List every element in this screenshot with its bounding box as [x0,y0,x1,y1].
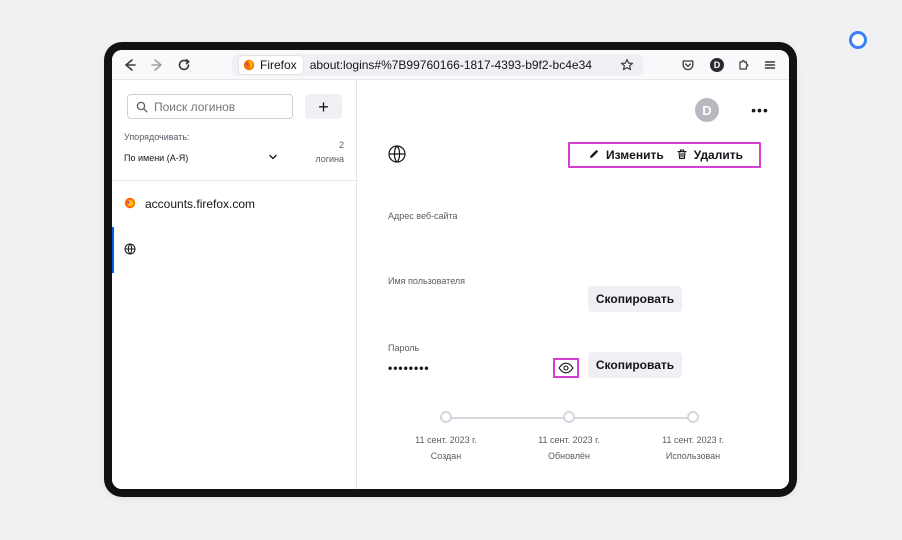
timeline-used-label: Использован [665,451,721,461]
delete-label: Удалить [693,148,743,162]
login-count-number: 2 [338,140,344,150]
reload-icon[interactable] [175,56,193,74]
copy-password-button[interactable]: Скопировать [588,352,682,378]
url-text[interactable]: about:logins#%7B99760166-1817-4393-b9f2-… [310,58,592,72]
login-detail: D ••• Изменить Удалить Адрес веб-сайта И… [357,80,789,489]
url-bar[interactable]: Firefox about:logins#%7B99760166-1817-43… [232,54,643,76]
reveal-password-button[interactable] [553,358,579,378]
login-timeline: 11 сент. 2023 г. Создан 11 сент. 2023 г.… [412,406,724,476]
firefox-icon [124,197,136,212]
add-login-button[interactable]: + [305,94,342,119]
sort-label: Упорядочивать: [124,132,190,142]
timeline-dot-used [687,411,699,423]
login-list-item-selected[interactable] [112,227,357,273]
back-arrow-icon[interactable] [121,56,139,74]
chevron-down-icon [268,152,278,164]
status-dot [849,31,867,49]
globe-icon [387,144,407,164]
search-icon [136,101,148,112]
timeline-created-label: Создан [430,451,462,461]
login-count: 2 логина [315,138,344,166]
search-box[interactable] [127,94,293,119]
pocket-icon[interactable] [679,56,697,74]
browser-screen: Firefox about:logins#%7B99760166-1817-43… [112,50,789,489]
more-menu-button[interactable]: ••• [749,100,771,120]
login-count-label: логина [315,154,344,164]
pencil-icon [588,148,600,163]
login-list-item[interactable]: accounts.firefox.com [112,181,357,227]
hamburger-menu-icon[interactable] [761,56,779,74]
sort-select[interactable]: По имени (А-Я) [124,150,278,166]
eye-icon [558,362,574,374]
account-avatar-small[interactable]: D [710,58,724,72]
timeline-updated: 11 сент. 2023 г. Обновлён [509,432,629,464]
add-login-label: + [318,96,329,117]
search-input[interactable] [154,99,284,114]
copy-username-button[interactable]: Скопировать [588,286,682,312]
edit-delete-actions: Изменить Удалить [568,142,761,168]
star-icon[interactable] [619,57,635,73]
timeline-updated-date: 11 сент. 2023 г. [538,435,600,445]
delete-button[interactable]: Удалить [676,148,743,163]
timeline-dot-updated [563,411,575,423]
account-avatar[interactable]: D [695,98,719,122]
edit-button[interactable]: Изменить [588,148,664,163]
timeline-created: 11 сент. 2023 г. Создан [386,432,506,464]
logins-sidebar: + Упорядочивать: По имени (А-Я) 2 логина [112,80,357,489]
identity-chip[interactable]: Firefox [238,55,304,75]
timeline-used-date: 11 сент. 2023 г. [662,435,724,445]
timeline-created-date: 11 сент. 2023 г. [415,435,477,445]
firefox-icon [243,59,255,71]
username-label: Имя пользователя [388,276,466,286]
timeline-updated-label: Обновлён [548,451,590,461]
sort-value: По имени (А-Я) [124,153,189,163]
browser-toolbar: Firefox about:logins#%7B99760166-1817-43… [112,50,789,80]
edit-label: Изменить [606,148,664,162]
forward-arrow-icon[interactable] [148,56,166,74]
password-field[interactable]: •••••••• [388,361,430,375]
password-label: Пароль [388,343,420,353]
login-origin: accounts.firefox.com [145,197,256,211]
device-frame: Firefox about:logins#%7B99760166-1817-43… [104,42,797,497]
website-label: Адрес веб-сайта [388,211,458,221]
identity-label: Firefox [260,58,297,72]
globe-icon [124,243,136,258]
timeline-dot-created [440,411,452,423]
puzzle-icon[interactable] [734,56,752,74]
logins-page: + Упорядочивать: По имени (А-Я) 2 логина [112,80,789,489]
trash-icon [676,148,688,163]
timeline-used: 11 сент. 2023 г. Использован [633,432,753,464]
